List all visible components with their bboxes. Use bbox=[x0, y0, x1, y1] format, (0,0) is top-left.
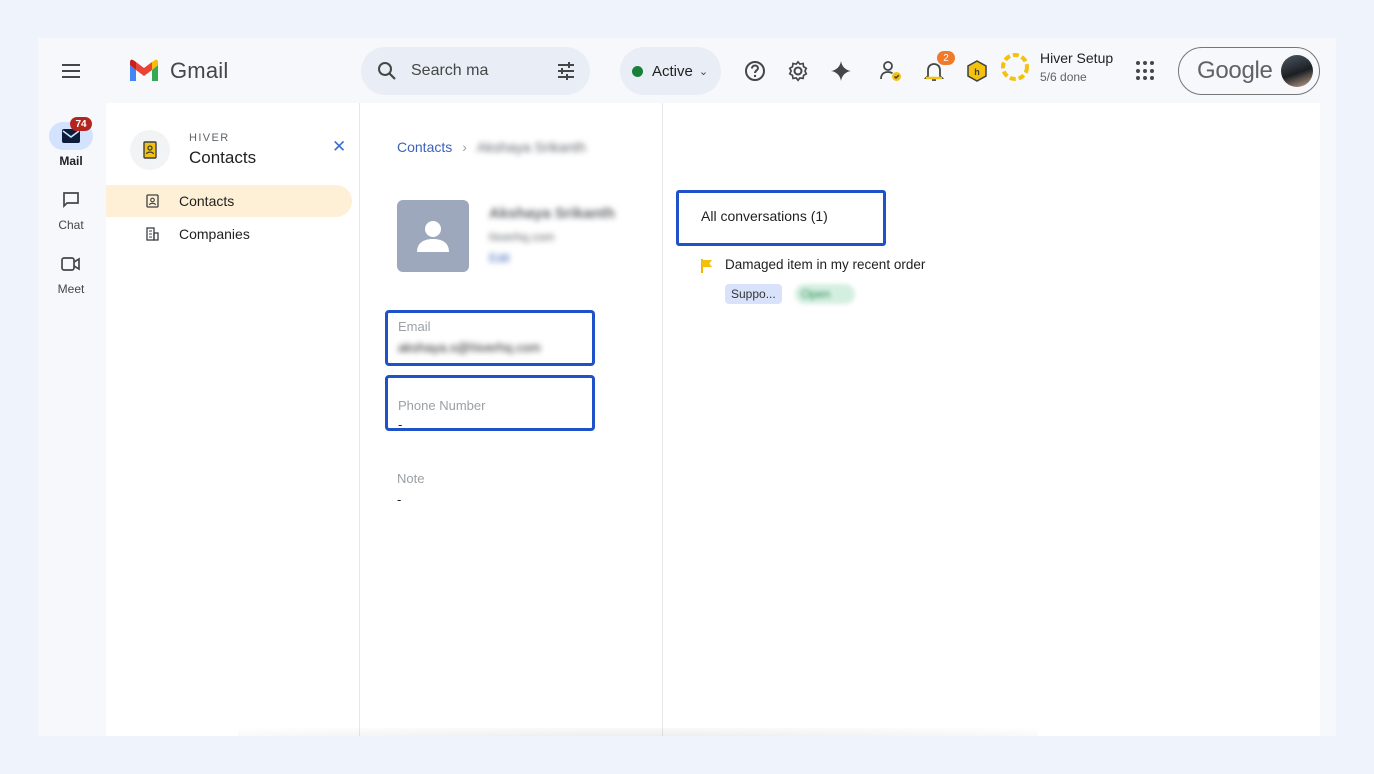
sidebar-header: HIVER Contacts bbox=[130, 130, 256, 170]
shield-icon[interactable]: h bbox=[964, 58, 990, 84]
flag-icon bbox=[701, 259, 712, 273]
help-icon[interactable] bbox=[742, 58, 768, 84]
phone-number-field[interactable]: Phone Number - bbox=[385, 375, 595, 432]
unread-count-badge: 74 bbox=[70, 117, 92, 131]
gmail-window: Gmail Search ma Active ⌄ 2 h Hiver Setup… bbox=[38, 38, 1336, 736]
edit-contact-link[interactable]: Edit bbox=[489, 251, 510, 265]
sidebar-item-companies[interactable]: Companies bbox=[106, 218, 352, 250]
sidebar-item-contacts[interactable]: Contacts bbox=[106, 185, 352, 217]
chevron-down-icon: ⌄ bbox=[698, 65, 709, 78]
inbox-tag: Suppo... bbox=[725, 284, 782, 304]
rail-item-chat[interactable]: Chat bbox=[38, 186, 104, 232]
phone-label: Phone Number bbox=[398, 398, 486, 413]
conversation-subject: Damaged item in my recent order bbox=[725, 257, 926, 272]
rail-label-chat: Chat bbox=[58, 218, 84, 232]
status-label: Active bbox=[652, 62, 693, 80]
contact-avatar bbox=[397, 200, 469, 272]
svg-text:h: h bbox=[974, 67, 980, 77]
hiver-setup-widget[interactable]: Hiver Setup 5/6 done bbox=[1000, 50, 1113, 84]
contact-domain: hiverhq.com bbox=[489, 230, 555, 244]
tab-all-conversations[interactable]: All conversations (1) bbox=[676, 190, 886, 246]
hiver-sidebar: HIVER Contacts ✕ Contacts Companies bbox=[106, 103, 360, 736]
status-dot-icon bbox=[632, 65, 643, 77]
notification-count-badge: 2 bbox=[937, 51, 955, 65]
main-content: HIVER Contacts ✕ Contacts Companies Cont… bbox=[106, 103, 1320, 736]
contact-name: Akshaya Srikanth bbox=[489, 205, 615, 222]
chevron-right-icon: › bbox=[462, 139, 467, 155]
menu-icon-bar bbox=[62, 64, 80, 66]
sidebar-brand: HIVER bbox=[189, 132, 230, 144]
status-badge: Open bbox=[795, 284, 855, 304]
contacts-book-icon bbox=[130, 130, 170, 170]
rail-item-mail[interactable]: 74 Mail bbox=[38, 117, 104, 168]
apps-icon[interactable] bbox=[1136, 61, 1156, 81]
account-switcher[interactable]: Google bbox=[1178, 47, 1320, 95]
gemini-icon[interactable] bbox=[828, 58, 854, 84]
breadcrumb-contacts-link[interactable]: Contacts bbox=[397, 139, 452, 155]
search-bar[interactable]: Search ma bbox=[361, 47, 590, 95]
note-value: - bbox=[397, 492, 402, 507]
note-label: Note bbox=[397, 471, 425, 486]
status-dropdown[interactable]: Active ⌄ bbox=[620, 47, 721, 95]
video-icon bbox=[61, 257, 80, 271]
sidebar-item-label: Companies bbox=[179, 226, 250, 242]
main-menu-button[interactable] bbox=[58, 58, 84, 84]
mail-icon bbox=[62, 129, 80, 143]
building-icon bbox=[146, 227, 159, 241]
google-wordmark: Google bbox=[1197, 57, 1273, 84]
user-check-icon[interactable] bbox=[878, 58, 904, 84]
rail-item-meet[interactable]: Meet bbox=[38, 250, 104, 296]
bottom-shadow bbox=[238, 728, 1038, 736]
close-icon[interactable]: ✕ bbox=[332, 137, 346, 157]
email-value: akshaya.s@hiverhq.com bbox=[398, 340, 541, 355]
avatar[interactable] bbox=[1281, 55, 1313, 87]
gmail-wordmark: Gmail bbox=[170, 58, 229, 83]
sidebar-item-label: Contacts bbox=[179, 193, 235, 209]
rail-pill-mail: 74 bbox=[49, 117, 93, 150]
conversations-panel: All conversations (1) Damaged item in my… bbox=[664, 103, 1320, 736]
chat-icon bbox=[63, 192, 79, 209]
hiver-setup-progress: 5/6 done bbox=[1040, 70, 1087, 84]
menu-icon-bar bbox=[62, 76, 80, 78]
menu-icon-bar bbox=[62, 70, 80, 72]
settings-icon[interactable] bbox=[785, 58, 811, 84]
person-icon bbox=[417, 221, 449, 252]
contact-details-panel: Contacts › Akshaya Srikanth Akshaya Srik… bbox=[361, 103, 663, 736]
search-options-icon[interactable] bbox=[556, 61, 576, 81]
rail-label-meet: Meet bbox=[57, 282, 85, 296]
rail-label-mail: Mail bbox=[59, 154, 83, 168]
note-field[interactable]: Note - bbox=[397, 471, 424, 507]
email-field[interactable]: Email akshaya.s@hiverhq.com bbox=[385, 310, 595, 366]
sidebar-title: Contacts bbox=[189, 148, 257, 167]
email-label: Email bbox=[398, 319, 431, 334]
search-input[interactable]: Search ma bbox=[411, 62, 556, 80]
breadcrumb-current-name: Akshaya Srikanth bbox=[476, 139, 586, 155]
rail-pill-chat bbox=[49, 186, 93, 214]
search-icon[interactable] bbox=[377, 61, 397, 81]
gmail-m-icon bbox=[130, 59, 158, 81]
contact-card-icon bbox=[146, 194, 159, 208]
phone-value: - bbox=[398, 417, 403, 432]
gmail-logo[interactable]: Gmail bbox=[128, 58, 228, 84]
setup-progress-ring-icon bbox=[1001, 53, 1029, 81]
breadcrumb: Contacts › Akshaya Srikanth bbox=[397, 139, 586, 155]
rail-pill-meet bbox=[49, 250, 93, 278]
hiver-setup-title: Hiver Setup bbox=[1040, 50, 1114, 66]
